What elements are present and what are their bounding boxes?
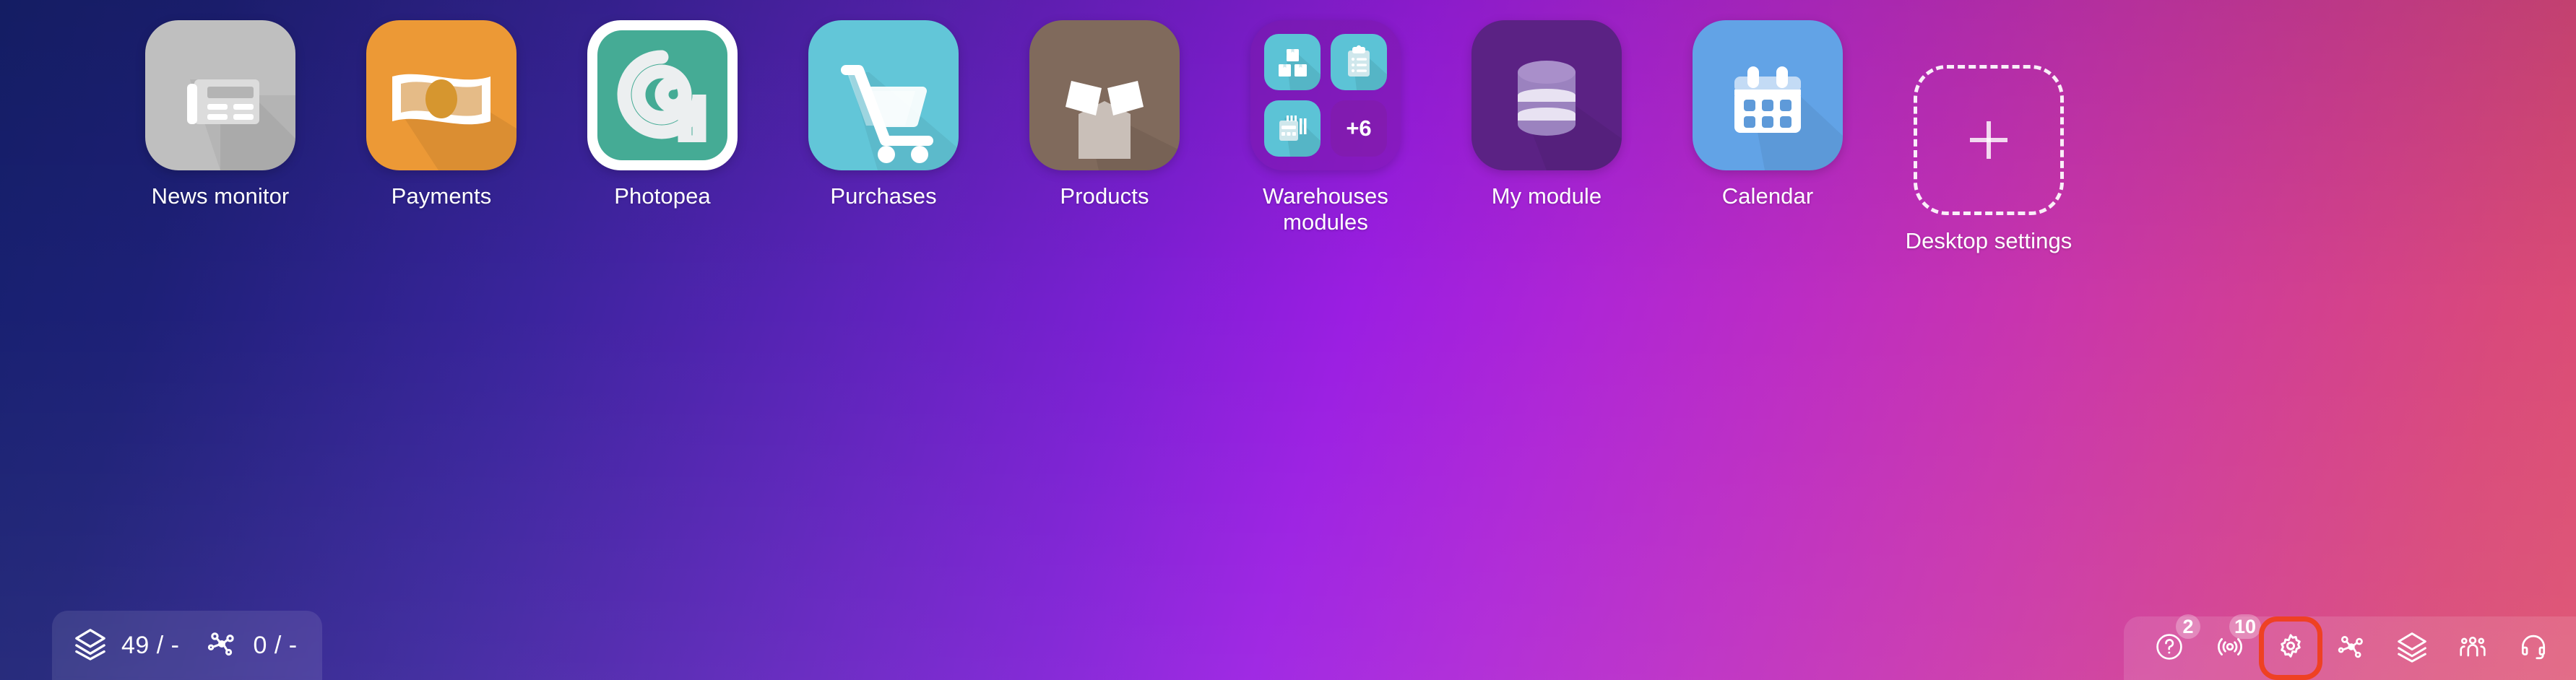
app-icon-grid: News monitor Payments Photopea Purchases… — [110, 20, 2262, 254]
app-icon-products[interactable]: Products — [994, 20, 1215, 254]
app-icon-payments[interactable]: Payments — [331, 20, 552, 254]
desktop-surface[interactable]: News monitor Payments Photopea Purchases… — [0, 0, 2576, 680]
layers-button[interactable] — [2385, 622, 2439, 675]
help-button[interactable]: 2 — [2143, 614, 2200, 675]
folder-icon[interactable]: +6 — [1250, 20, 1401, 170]
calendar-icon[interactable] — [1693, 20, 1843, 170]
app-label: Payments — [391, 183, 492, 209]
help-circle-icon — [2154, 632, 2184, 666]
gear-icon — [2275, 631, 2307, 666]
app-label: Purchases — [830, 183, 937, 209]
app-icon-photopea[interactable]: Photopea — [552, 20, 773, 254]
status-bar[interactable]: 49 / - 0 / - — [52, 611, 322, 680]
app-icon-news-monitor[interactable]: News monitor — [110, 20, 331, 254]
broadcast-badge: 10 — [2229, 614, 2261, 639]
app-folder-warehouses-modules[interactable]: +6 Warehouses modules — [1215, 20, 1436, 254]
status-item-network[interactable]: 0 / - — [205, 627, 297, 664]
app-label: News monitor — [151, 183, 290, 209]
plus-icon — [1970, 121, 2007, 159]
layers-icon — [2396, 631, 2428, 666]
app-label: Products — [1060, 183, 1149, 209]
app-icon-purchases[interactable]: Purchases — [773, 20, 994, 254]
share-button[interactable] — [2325, 622, 2378, 675]
stacked-boxes-icon — [1264, 34, 1321, 90]
folder-overflow-count: +6 — [1331, 100, 1387, 157]
network-nodes-icon — [205, 627, 238, 664]
app-label: Photopea — [614, 183, 711, 209]
database-icon[interactable] — [1471, 20, 1622, 170]
system-toolbar[interactable]: 2 10 — [2124, 614, 2576, 680]
clipboard-list-icon — [1331, 34, 1387, 90]
banknote-icon[interactable] — [366, 20, 517, 170]
status-value-layers: 49 / - — [121, 631, 180, 659]
network-nodes-icon — [2335, 631, 2367, 666]
app-icon-desktop-settings[interactable]: Desktop settings — [1878, 65, 2099, 254]
users-group-icon — [2457, 631, 2489, 666]
users-button[interactable] — [2446, 622, 2499, 675]
barcode-scanner-icon — [1264, 100, 1321, 157]
status-item-layers[interactable]: 49 / - — [74, 627, 179, 664]
app-label: My module — [1491, 183, 1602, 209]
folder-preview-grid: +6 — [1264, 34, 1387, 157]
add-tile[interactable] — [1914, 65, 2064, 215]
photopea-inner-square — [597, 30, 727, 160]
open-box-icon[interactable] — [1029, 20, 1180, 170]
layers-icon — [74, 627, 107, 664]
app-icon-calendar[interactable]: Calendar — [1657, 20, 1878, 254]
headset-icon — [2517, 631, 2549, 666]
status-value-network: 0 / - — [253, 631, 298, 659]
shopping-cart-icon[interactable] — [808, 20, 959, 170]
support-button[interactable] — [2507, 622, 2560, 675]
help-badge: 2 — [2176, 614, 2200, 639]
app-label: Warehouses modules — [1263, 183, 1388, 235]
broadcast-button[interactable]: 10 — [2203, 614, 2261, 675]
app-icon-my-module[interactable]: My module — [1436, 20, 1657, 254]
settings-button[interactable] — [2264, 622, 2317, 675]
app-label: Desktop settings — [1905, 228, 2073, 253]
photopea-spiral-icon[interactable] — [587, 20, 738, 170]
newspaper-icon[interactable] — [145, 20, 295, 170]
app-label: Calendar — [1721, 183, 1814, 209]
